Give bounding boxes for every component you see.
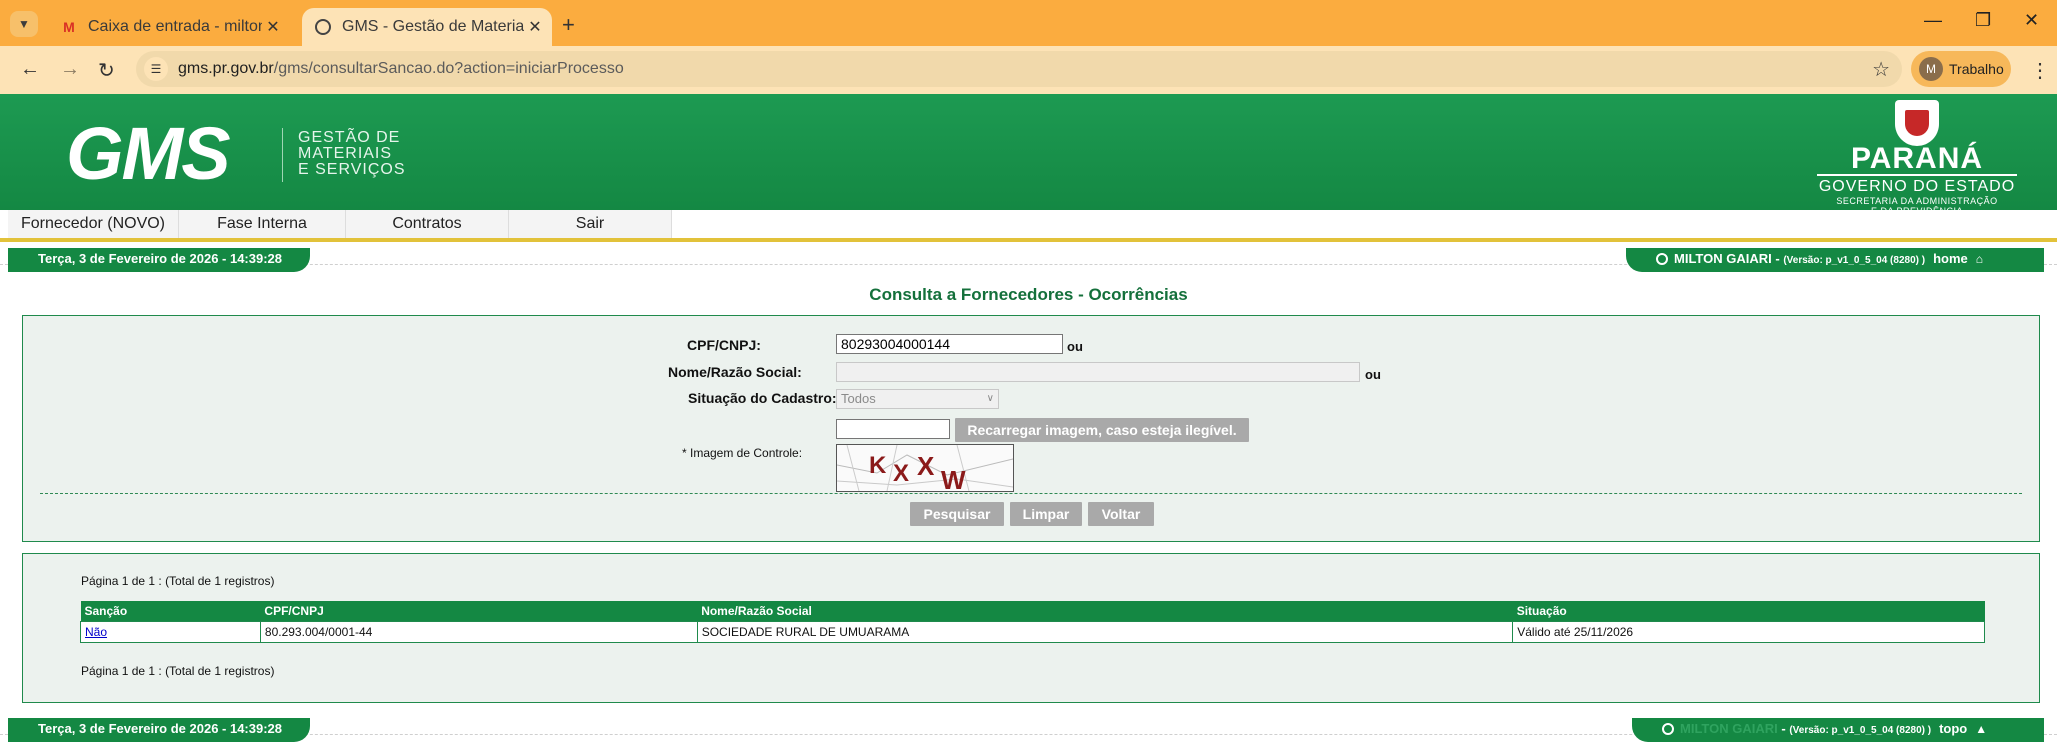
- close-window-icon[interactable]: ✕: [2024, 10, 2039, 31]
- situacao-select[interactable]: Todos ∨: [836, 389, 999, 409]
- home-icon[interactable]: ⌂: [1976, 252, 1983, 266]
- browser-tab-gmail[interactable]: M Caixa de entrada - miltongaiari ✕: [48, 8, 290, 46]
- more-menu-icon[interactable]: ⋮: [2030, 58, 2050, 83]
- captcha-char-3: X: [917, 451, 935, 481]
- captcha-input[interactable]: [836, 419, 950, 439]
- version-text: (Versão: p_v1_0_5_04 (8280) ): [1783, 255, 1926, 266]
- user-icon: [1656, 253, 1668, 265]
- cell-cnpj: 80.293.004/0001-44: [259, 621, 698, 643]
- situacao-label: Situação do Cadastro:: [688, 390, 837, 406]
- nome-input[interactable]: [836, 362, 1360, 382]
- site-info-icon[interactable]: ☰: [144, 57, 168, 81]
- top-link[interactable]: topo: [1939, 721, 1967, 736]
- sancao-link[interactable]: Não: [85, 625, 107, 639]
- captcha-char-1: K: [869, 452, 887, 479]
- reload-captcha-button[interactable]: Recarregar imagem, caso esteja ilegível.: [955, 418, 1249, 442]
- parana-government-logo: PARANÁ GOVERNO DO ESTADO SECRETARIA DA A…: [1817, 100, 2017, 216]
- date-time: Terça, 3 de Fevereiro de 2026 - 14:39:28: [8, 248, 310, 272]
- reload-icon[interactable]: ↻: [98, 58, 115, 83]
- address-bar[interactable]: ☰ gms.pr.gov.br/gms/consultarSancao.do?a…: [136, 51, 1902, 87]
- table-header-row: Sanção CPF/CNPJ Nome/Razão Social Situaç…: [80, 601, 1985, 622]
- state-name: PARANÁ: [1850, 142, 1984, 175]
- browser-toolbar: ← → ↻ ☰ gms.pr.gov.br/gms/consultarSanca…: [0, 46, 2057, 94]
- menu-divider: [0, 238, 2057, 242]
- user-info: MILTON GAIARI - (Versão: p_v1_0_5_04 (82…: [1632, 718, 2044, 742]
- column-header-cnpj: CPF/CNPJ: [260, 601, 698, 622]
- close-icon[interactable]: ✕: [262, 17, 284, 37]
- column-header-situacao: Situação: [1512, 601, 1985, 622]
- tab-title: Caixa de entrada - miltongaiari: [88, 18, 262, 35]
- bookmark-star-icon[interactable]: ☆: [1872, 57, 1890, 82]
- logo-subtitle: GESTÃO DE MATERIAIS E SERVIÇOS: [298, 129, 406, 178]
- user-info: MILTON GAIARI - (Versão: p_v1_0_5_04 (82…: [1626, 248, 2044, 272]
- minimize-icon[interactable]: —: [1924, 10, 1942, 31]
- pager-top: Página 1 de 1 : (Total de 1 registros): [81, 574, 275, 588]
- gms-logo[interactable]: GMS: [66, 117, 231, 191]
- user-name: MILTON GAIARI: [1680, 721, 1778, 736]
- menu-item-fase-interna[interactable]: Fase Interna: [179, 210, 346, 238]
- url-text[interactable]: gms.pr.gov.br/gms/consultarSancao.do?act…: [178, 60, 624, 78]
- avatar: M: [1919, 57, 1943, 81]
- new-tab-button[interactable]: +: [562, 12, 575, 38]
- forward-icon[interactable]: →: [60, 58, 80, 81]
- cpf-input[interactable]: [836, 334, 1063, 354]
- browser-tab-bar: ▼ M Caixa de entrada - miltongaiari ✕ GM…: [0, 0, 2057, 46]
- home-link[interactable]: home: [1933, 251, 1968, 266]
- page-title: Consulta a Fornecedores - Ocorrências: [869, 285, 1188, 304]
- cpf-label: CPF/CNPJ:: [687, 337, 761, 353]
- gmail-icon: M: [63, 19, 75, 35]
- coat-of-arms-icon: [1895, 100, 1939, 146]
- column-header-sancao: Sanção: [80, 601, 261, 622]
- site-banner: GMS GESTÃO DE MATERIAIS E SERVIÇOS PARAN…: [0, 94, 2057, 216]
- captcha-image: K X X W: [836, 444, 1014, 492]
- arrow-up-icon[interactable]: ▲: [1975, 722, 1987, 736]
- form-divider: [40, 493, 2022, 494]
- logo-divider: [282, 128, 283, 182]
- cell-situacao: Válido até 25/11/2026: [1512, 621, 1985, 643]
- main-menu: Fornecedor (NOVO) Fase Interna Contratos…: [0, 210, 2057, 240]
- restore-icon[interactable]: ❐: [1975, 10, 1991, 31]
- column-header-nome: Nome/Razão Social: [697, 601, 1513, 622]
- search-button[interactable]: Pesquisar: [910, 502, 1004, 526]
- nome-label: Nome/Razão Social:: [668, 364, 802, 380]
- tab-title: GMS - Gestão de Materiais e Se: [342, 18, 524, 35]
- captcha-char-4: W: [941, 465, 966, 491]
- clear-button[interactable]: Limpar: [1010, 502, 1082, 526]
- back-icon[interactable]: ←: [20, 58, 40, 81]
- back-button[interactable]: Voltar: [1088, 502, 1154, 526]
- results-table: Sanção CPF/CNPJ Nome/Razão Social Situaç…: [80, 601, 1985, 643]
- date-time: Terça, 3 de Fevereiro de 2026 - 14:39:28: [8, 718, 310, 742]
- chevron-down-icon: ∨: [986, 393, 994, 404]
- user-icon: [1662, 723, 1674, 735]
- cell-nome: SOCIEDADE RURAL DE UMUARAMA: [696, 621, 1514, 643]
- or-label: ou: [1365, 367, 1381, 382]
- state-government: GOVERNO DO ESTADO: [1817, 174, 2017, 196]
- globe-icon: [315, 19, 331, 35]
- browser-tab-gms[interactable]: GMS - Gestão de Materiais e Se ✕: [302, 8, 552, 46]
- pager-bottom: Página 1 de 1 : (Total de 1 registros): [81, 664, 275, 678]
- profile-name: Trabalho: [1949, 61, 2004, 77]
- profile-button[interactable]: M Trabalho: [1911, 51, 2011, 87]
- or-label: ou: [1067, 339, 1083, 354]
- menu-item-contratos[interactable]: Contratos: [346, 210, 509, 238]
- close-icon[interactable]: ✕: [524, 17, 546, 37]
- captcha-char-2: X: [893, 460, 909, 487]
- menu-item-fornecedor[interactable]: Fornecedor (NOVO): [8, 210, 179, 238]
- status-strip-bottom: Terça, 3 de Fevereiro de 2026 - 14:39:28…: [0, 718, 2057, 744]
- menu-item-sair[interactable]: Sair: [509, 210, 672, 238]
- tab-search-button[interactable]: ▼: [10, 11, 38, 37]
- user-name: MILTON GAIARI: [1674, 251, 1772, 266]
- table-row: Não 80.293.004/0001-44 SOCIEDADE RURAL D…: [80, 621, 1985, 643]
- secretariat-line-1: SECRETARIA DA ADMINISTRAÇÃO: [1836, 196, 1998, 206]
- captcha-label: * Imagem de Controle:: [682, 446, 803, 460]
- version-text: (Versão: p_v1_0_5_04 (8280) ): [1789, 725, 1932, 736]
- status-strip-top: Terça, 3 de Fevereiro de 2026 - 14:39:28…: [0, 248, 2057, 274]
